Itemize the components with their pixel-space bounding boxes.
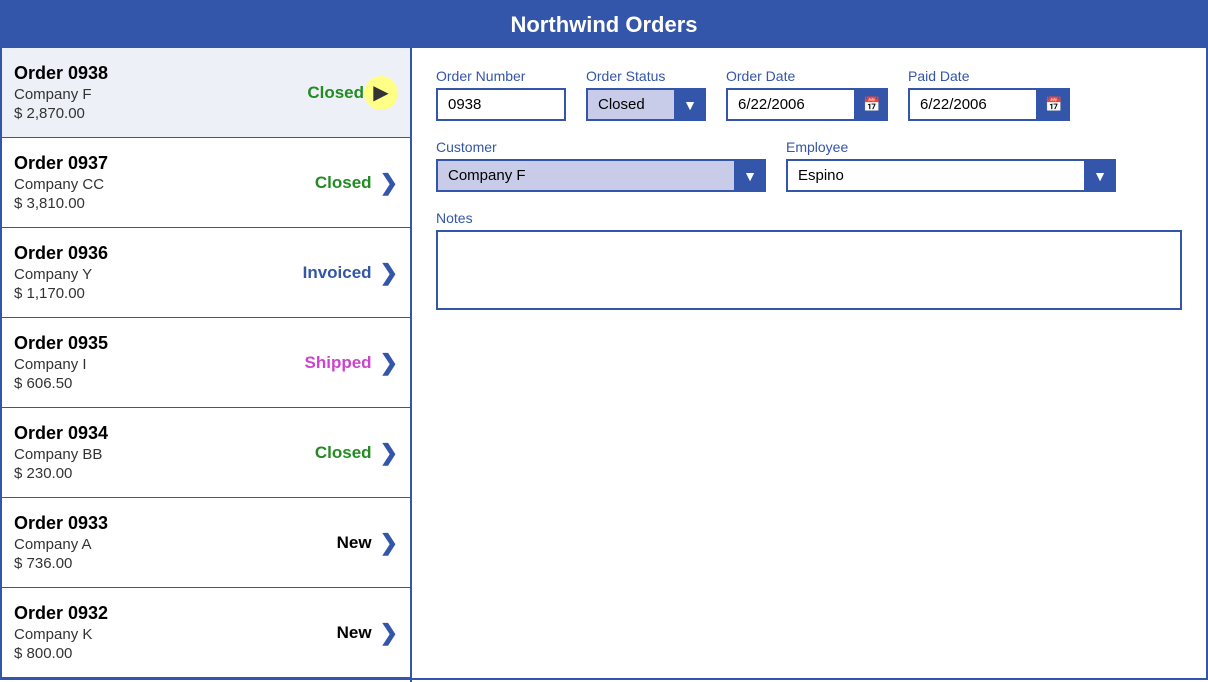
order-date-input[interactable] [726,88,856,121]
order-item-order-0936[interactable]: Order 0936 Company Y $ 1,170.00Invoiced ❯ [2,228,410,318]
order-date-wrapper: 📅 [726,88,888,121]
order-amount: $ 2,870.00 [14,105,274,122]
order-company: Company I [14,356,282,373]
paid-date-calendar-button[interactable]: 📅 [1038,88,1070,121]
order-status-label: Order Status [586,68,706,84]
order-chevron-cursor[interactable]: ▶ [364,76,398,110]
order-amount: $ 230.00 [14,465,282,482]
order-company: Company F [14,86,274,103]
order-company: Company Y [14,266,282,283]
order-item-order-0933[interactable]: Order 0933 Company A $ 736.00New ❯ [2,498,410,588]
order-item-order-0937[interactable]: Order 0937 Company CC $ 3,810.00Closed ❯ [2,138,410,228]
order-list: Order 0938Company F$ 2,870.00Closed▶Orde… [2,48,412,682]
employee-wrapper: Espino Smith Johnson ▼ [786,159,1116,192]
order-item-order-0932[interactable]: Order 0932 Company K $ 800.00New ❯ [2,588,410,678]
order-date-calendar-button[interactable]: 📅 [856,88,888,121]
order-amount: $ 3,810.00 [14,195,282,212]
order-chevron-button[interactable]: ❯ [380,620,398,646]
paid-date-label: Paid Date [908,68,1070,84]
order-status-group: Order Status New Invoiced Shipped Closed… [586,68,706,121]
order-date-group: Order Date 📅 [726,68,888,121]
paid-date-input[interactable] [908,88,1038,121]
employee-select[interactable]: Espino Smith Johnson [786,159,1116,192]
order-status-wrapper: New Invoiced Shipped Closed ▼ [586,88,706,121]
order-item-order-0934[interactable]: Order 0934 Company BB $ 230.00Closed ❯ [2,408,410,498]
order-detail: Order Number Order Status New Invoiced S… [412,48,1206,682]
order-number-input[interactable] [436,88,566,121]
order-chevron-button[interactable]: ❯ [380,260,398,286]
order-name: Order 0932 [14,603,282,624]
order-status: New [282,533,372,553]
order-status: New [282,623,372,643]
order-chevron-button[interactable]: ❯ [380,440,398,466]
order-name: Order 0936 [14,243,282,264]
order-company: Company K [14,626,282,643]
paid-date-group: Paid Date 📅 [908,68,1070,121]
order-status: Shipped [282,353,372,373]
order-amount: $ 736.00 [14,555,282,572]
customer-group: Customer Company F Company CC Company Y … [436,139,766,192]
order-company: Company BB [14,446,282,463]
notes-group: Notes [436,210,1182,310]
notes-label: Notes [436,210,1182,226]
paid-date-wrapper: 📅 [908,88,1070,121]
customer-wrapper: Company F Company CC Company Y Company I… [436,159,766,192]
app-header: Northwind Orders [2,2,1206,48]
order-name: Order 0935 [14,333,282,354]
order-name: Order 0938 [14,63,274,84]
order-item-order-0935[interactable]: Order 0935 Company I $ 606.50Shipped ❯ [2,318,410,408]
order-status: Closed [282,173,372,193]
order-name: Order 0934 [14,423,282,444]
employee-label: Employee [786,139,1116,155]
order-number-group: Order Number [436,68,566,121]
notes-textarea[interactable] [436,230,1182,310]
order-date-label: Order Date [726,68,888,84]
order-status: Closed [282,443,372,463]
order-company: Company CC [14,176,282,193]
order-item-order-0938[interactable]: Order 0938 Company F $ 2,870.00Closed▶ [2,48,410,138]
order-status-select[interactable]: New Invoiced Shipped Closed [586,88,706,121]
order-name: Order 0933 [14,513,282,534]
order-status: Closed [274,83,364,103]
customer-select[interactable]: Company F Company CC Company Y Company I… [436,159,766,192]
order-chevron-button[interactable]: ❯ [380,350,398,376]
order-amount: $ 606.50 [14,375,282,392]
order-amount: $ 1,170.00 [14,285,282,302]
order-chevron-button[interactable]: ❯ [380,530,398,556]
customer-label: Customer [436,139,766,155]
order-number-label: Order Number [436,68,566,84]
order-name: Order 0937 [14,153,282,174]
employee-group: Employee Espino Smith Johnson ▼ [786,139,1116,192]
order-status: Invoiced [282,263,372,283]
order-chevron-button[interactable]: ❯ [380,170,398,196]
order-company: Company A [14,536,282,553]
order-amount: $ 800.00 [14,645,282,662]
